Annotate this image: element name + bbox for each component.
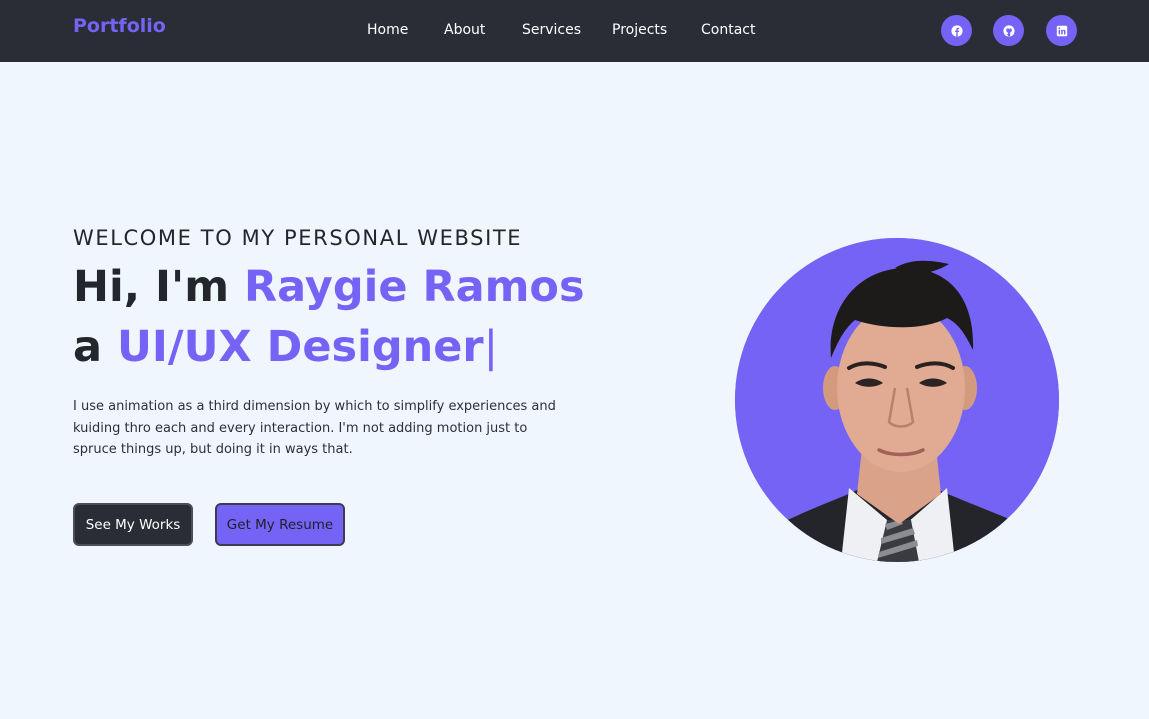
get-my-resume-button[interactable]: Get My Resume [215,503,345,546]
typing-cursor: | [483,322,499,372]
facebook-icon [950,24,963,37]
navbar: Portfolio Home About Services Projects C… [0,0,1149,62]
hero-description: I use animation as a third dimension by … [73,399,556,457]
github-icon [1002,24,1015,37]
nav-link-contact[interactable]: Contact [701,22,755,38]
linkedin-icon [1056,25,1067,36]
nav-link-home[interactable]: Home [367,22,408,38]
facebook-button[interactable] [941,15,972,46]
linkedin-button[interactable] [1046,15,1077,46]
github-button[interactable] [993,15,1024,46]
brand-logo[interactable]: Portfolio [73,15,166,37]
see-my-works-button[interactable]: See My Works [73,503,193,546]
role-title: UI/UX Designer [117,322,484,372]
profile-portrait-illustration [735,238,1059,562]
greeting-prefix: Hi, I'm [73,262,244,312]
profile-photo [735,238,1059,562]
hero-greeting: Hi, I'm Raygie Ramos [73,266,585,309]
hero-name: Raygie Ramos [243,262,585,312]
welcome-text: WELCOME TO MY PERSONAL WEBSITE [73,226,523,250]
nav-link-services[interactable]: Services [522,22,581,38]
hero-role: a UI/UX Designer| [73,326,498,369]
nav-link-projects[interactable]: Projects [612,22,667,38]
role-prefix: a [73,322,117,372]
nav-link-about[interactable]: About [444,22,485,38]
